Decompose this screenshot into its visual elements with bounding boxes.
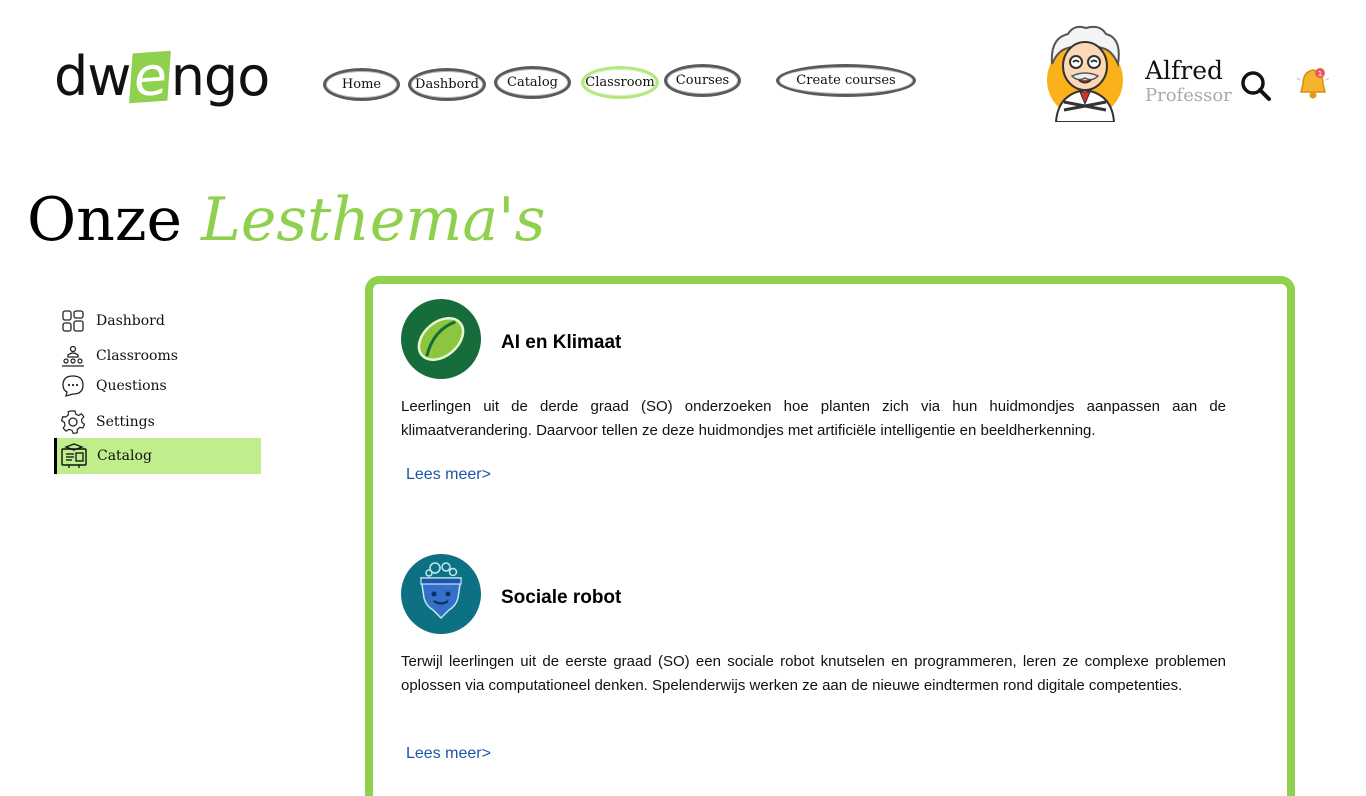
nav-classroom-button[interactable]: Classroom — [581, 66, 659, 99]
catalog-icon — [61, 443, 87, 469]
sidebar-item-questions[interactable]: Questions — [56, 369, 261, 403]
chat-icon — [60, 373, 86, 399]
read-more-link[interactable]: Lees meer> — [406, 466, 491, 484]
bell-icon: 1 — [1296, 68, 1330, 99]
page-title-plain: Onze — [27, 185, 182, 255]
sidebar-item-catalog[interactable]: Catalog — [54, 438, 261, 474]
page-title-accent: Lesthema's — [201, 185, 546, 255]
course-description: Terwijl leerlingen uit de eerste graad (… — [401, 653, 1226, 694]
sociale-robot-logo-icon — [401, 554, 481, 634]
notifications-button[interactable]: 1 — [1294, 64, 1332, 102]
logo-text-end: ngo — [170, 45, 271, 108]
sidebar-item-label: Classrooms — [96, 348, 178, 364]
gear-icon — [60, 409, 86, 435]
nav-catalog-button[interactable]: Catalog — [494, 66, 571, 99]
read-more-link[interactable]: Lees meer> — [406, 745, 491, 763]
search-button[interactable] — [1238, 68, 1272, 102]
sidebar-item-settings[interactable]: Settings — [56, 405, 261, 439]
course-description: Leerlingen uit de derde graad (SO) onder… — [401, 398, 1226, 439]
course-catalog-panel — [365, 276, 1295, 796]
logo-text-start: dw — [54, 45, 131, 108]
search-icon — [1241, 71, 1271, 101]
ai-klimaat-logo-icon — [401, 299, 481, 379]
dashboard-icon — [60, 308, 86, 334]
nav-home-button[interactable]: Home — [323, 68, 400, 101]
user-role: Professor — [1145, 85, 1232, 106]
page-title: Onze Lesthema's — [27, 180, 545, 260]
sidebar-item-dashboard[interactable]: Dashbord — [56, 304, 261, 338]
avatar[interactable] — [1046, 24, 1124, 123]
sidebar-item-label: Catalog — [97, 448, 152, 464]
professor-avatar-icon — [1047, 25, 1123, 123]
logo-text-e: e — [129, 44, 172, 109]
classroom-icon — [60, 343, 86, 369]
nav-courses-button[interactable]: Courses — [664, 64, 741, 97]
user-name: Alfred — [1145, 56, 1224, 85]
nav-dashboard-button[interactable]: Dashbord — [408, 68, 486, 101]
nav-create-courses-button[interactable]: Create courses — [776, 64, 916, 97]
sidebar-item-label: Questions — [96, 378, 167, 394]
course-title: AI en Klimaat — [501, 332, 622, 353]
sidebar-item-label: Dashbord — [96, 313, 165, 329]
sidebar-item-classrooms[interactable]: Classrooms — [56, 339, 261, 373]
sidebar-item-label: Settings — [96, 414, 155, 430]
dwengo-logo[interactable]: dwengo — [54, 44, 271, 110]
course-title: Sociale robot — [501, 587, 622, 608]
notification-count: 1 — [1318, 70, 1322, 78]
